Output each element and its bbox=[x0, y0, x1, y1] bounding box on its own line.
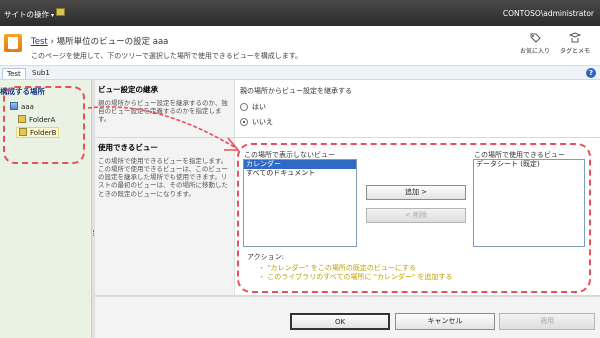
page-title: 場所単位のビューの設定 aaa bbox=[56, 37, 169, 47]
tag-icon bbox=[530, 33, 541, 43]
radio-label: はい bbox=[252, 103, 266, 111]
breadcrumb: Test › 場所単位のビューの設定 aaa bbox=[31, 35, 168, 47]
section-description: この場所で使用できるビューを指定します。この場所で使用できるビューは、このビュー… bbox=[98, 157, 228, 198]
site-logo-icon bbox=[4, 34, 22, 52]
chevron-down-icon: ▾ bbox=[51, 12, 55, 19]
page-description: このページを使用して、下のツリーで選択した場所で使用できるビューを構成します。 bbox=[31, 52, 303, 60]
apply-button[interactable]: 適用 bbox=[499, 313, 595, 330]
radio-yes[interactable]: はい bbox=[240, 102, 352, 112]
radio-no[interactable]: いいえ bbox=[240, 117, 352, 127]
cancel-button[interactable]: キャンセル bbox=[395, 313, 495, 330]
form-footer: OK キャンセル 適用 bbox=[95, 296, 600, 338]
navigate-up-icon[interactable] bbox=[56, 8, 65, 16]
site-actions-label: サイトの操作 bbox=[4, 10, 49, 19]
top-nav-bar: Test Sub1 ? bbox=[0, 66, 600, 80]
user-menu[interactable]: CONTOSO\administrator bbox=[503, 9, 594, 18]
tool-label: お気に入り bbox=[520, 48, 551, 55]
views-section-header: 使用できるビュー この場所で使用できるビューを指定します。この場所で使用できるビ… bbox=[95, 138, 235, 295]
splitter-grip bbox=[93, 230, 94, 236]
annotation-arrow bbox=[87, 106, 240, 151]
breadcrumb-site-link[interactable]: Test bbox=[31, 37, 48, 47]
breadcrumb-separator: › bbox=[50, 37, 54, 47]
help-icon[interactable]: ? bbox=[586, 68, 596, 78]
title-area: Test › 場所単位のビューの設定 aaa このページを使用して、下のツリーで… bbox=[0, 26, 600, 66]
i-like-it-button[interactable]: お気に入り bbox=[520, 32, 550, 55]
ok-button[interactable]: OK bbox=[290, 313, 390, 330]
annotation-oval-main bbox=[237, 143, 591, 293]
inherit-radio-group: 親の場所からビュー設定を継承する はい いいえ bbox=[240, 86, 352, 132]
tags-notes-button[interactable]: タグとメモ bbox=[560, 32, 590, 55]
inherit-question: 親の場所からビュー設定を継承する bbox=[240, 87, 352, 95]
ribbon-bar: サイトの操作 ▾ CONTOSO\administrator bbox=[0, 0, 600, 26]
tab-test[interactable]: Test bbox=[2, 68, 26, 79]
section-heading: ビュー設定の継承 bbox=[98, 85, 158, 94]
site-actions-menu[interactable]: サイトの操作 ▾ bbox=[4, 9, 54, 20]
tool-label: タグとメモ bbox=[560, 48, 591, 55]
radio-label: いいえ bbox=[252, 118, 273, 126]
tab-sub1[interactable]: Sub1 bbox=[28, 68, 54, 78]
notes-icon bbox=[569, 32, 581, 43]
annotation-oval-left bbox=[3, 86, 85, 164]
